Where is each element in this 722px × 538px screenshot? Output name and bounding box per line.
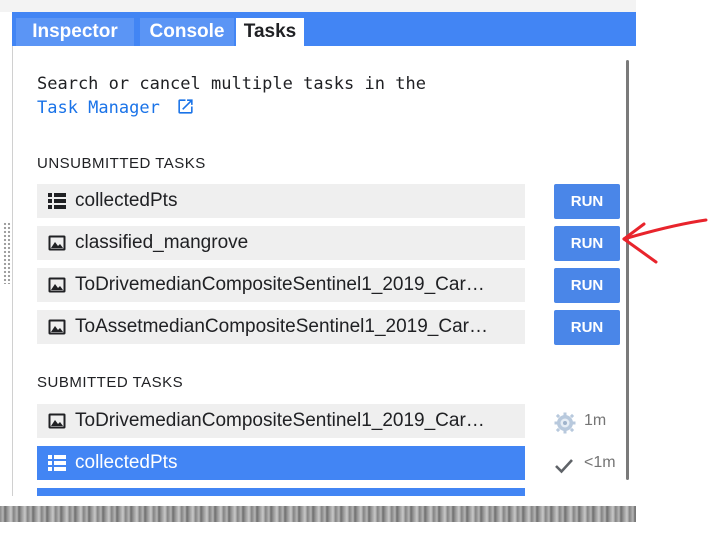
tab-tasks[interactable]: Tasks — [236, 18, 304, 46]
image-icon — [48, 319, 66, 335]
tasks-panel-window: Inspector Console Tasks Search or cancel… — [0, 0, 722, 538]
run-button[interactable]: RUN — [554, 268, 620, 303]
intro-line: Search or cancel multiple tasks in the — [37, 74, 426, 94]
submitted-task-row-partial[interactable] — [37, 488, 525, 496]
task-name: collectedPts — [75, 190, 178, 211]
task-row-toasset-median-composite[interactable]: ToAssetmedianCompositeSentinel1_2019_Car… — [37, 310, 525, 344]
task-row-collectedpts[interactable]: collectedPts — [37, 184, 525, 218]
top-strip — [0, 0, 636, 12]
panel-resize-handle[interactable] — [3, 222, 11, 284]
tab-inspector[interactable]: Inspector — [16, 18, 134, 46]
image-icon — [48, 413, 66, 429]
checkmark-icon — [554, 454, 574, 488]
table-icon — [48, 193, 66, 209]
task-manager-link[interactable]: Task Manager — [37, 98, 160, 118]
image-icon — [48, 277, 66, 293]
tab-console[interactable]: Console — [140, 18, 234, 46]
task-row-classified-mangrove[interactable]: classified_mangrove — [37, 226, 525, 260]
panel-scrollbar[interactable] — [626, 60, 631, 496]
submitted-tasks-heading: SUBMITTED TASKS — [37, 374, 184, 391]
run-button[interactable]: RUN — [554, 310, 620, 345]
task-name: ToDrivemedianCompositeSentinel1_2019_Car… — [75, 410, 485, 431]
task-name: collectedPts — [75, 452, 178, 473]
annotation-arrow-icon — [622, 218, 708, 264]
run-button[interactable]: RUN — [554, 226, 620, 261]
elapsed-time: 1m — [584, 412, 607, 429]
tasks-content: Search or cancel multiple tasks in the T… — [13, 46, 625, 496]
unsubmitted-tasks-heading: UNSUBMITTED TASKS — [37, 155, 206, 172]
tab-bar: Inspector Console Tasks — [12, 12, 636, 46]
map-strip — [0, 506, 636, 522]
submitted-task-row-todrive[interactable]: ToDrivemedianCompositeSentinel1_2019_Car… — [37, 404, 525, 438]
spinner-gear-icon — [554, 412, 576, 447]
task-name: ToAssetmedianCompositeSentinel1_2019_Car… — [75, 316, 488, 337]
elapsed-time: <1m — [584, 454, 616, 471]
open-in-new-icon[interactable] — [176, 97, 195, 123]
image-icon — [48, 235, 66, 251]
intro-text: Search or cancel multiple tasks in the T… — [37, 72, 426, 123]
run-button[interactable]: RUN — [554, 184, 620, 219]
task-name: ToDrivemedianCompositeSentinel1_2019_Car… — [75, 274, 485, 295]
submitted-task-row-collectedpts[interactable]: collectedPts — [37, 446, 525, 480]
task-name: classified_mangrove — [75, 232, 249, 253]
scrollbar-thumb[interactable] — [626, 60, 629, 480]
bottom-gap — [0, 496, 636, 506]
task-row-todrive-median-composite[interactable]: ToDrivemedianCompositeSentinel1_2019_Car… — [37, 268, 525, 302]
table-icon — [48, 455, 66, 471]
